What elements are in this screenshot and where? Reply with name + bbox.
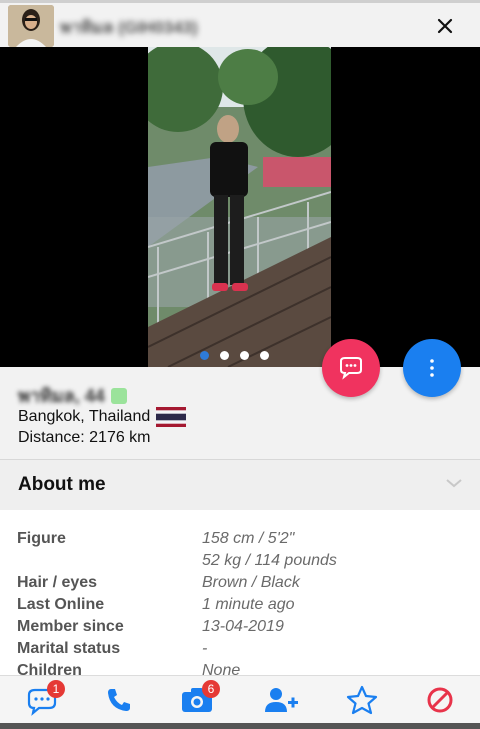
detail-key: Marital status	[17, 640, 121, 657]
more-options-button[interactable]	[403, 339, 461, 397]
close-button[interactable]	[430, 11, 460, 41]
page-title: พาทิมล (GIH0343)	[60, 18, 198, 37]
photo-gallery[interactable]	[0, 47, 480, 367]
detail-value: 52 kg / 114 pounds	[202, 552, 337, 569]
detail-key: Last Online	[17, 596, 105, 613]
detail-value: 1 minute ago	[202, 596, 295, 613]
chat-bubble-icon	[340, 357, 362, 380]
bottom-edge	[0, 723, 480, 729]
detail-value: Brown / Black	[202, 574, 300, 591]
about-me-section-header[interactable]: About me	[0, 460, 480, 510]
carousel-dots[interactable]	[200, 351, 269, 360]
online-status-icon	[110, 387, 127, 404]
detail-key: Member since	[17, 618, 124, 635]
photos-button[interactable]: 6	[180, 680, 220, 716]
carousel-dot[interactable]	[220, 351, 229, 360]
location: Bangkok, Thailand	[18, 407, 187, 427]
header-bar: พาทิมล (GIH0343)	[0, 0, 480, 47]
distance: Distance: 2176 km	[18, 429, 151, 446]
phone-icon	[108, 689, 130, 711]
name-age-text: พาทิมล, 44	[18, 386, 105, 406]
favorite-button[interactable]	[345, 684, 379, 716]
detail-value: 13-04-2019	[202, 618, 284, 635]
add-user-icon	[265, 688, 298, 712]
detail-value: -	[202, 640, 208, 657]
close-icon	[437, 18, 453, 34]
profile-page: พาทิมล (GIH0343) พาทิมล, 44 Bangkok, Tha…	[0, 0, 480, 729]
detail-key: Children	[17, 662, 82, 675]
location-text: Bangkok, Thailand	[18, 408, 151, 425]
block-button[interactable]	[423, 684, 457, 716]
detail-value: 158 cm / 5'2"	[202, 530, 295, 547]
detail-value: None	[202, 662, 241, 675]
chevron-down-icon	[446, 479, 462, 488]
profile-photo[interactable]	[148, 47, 331, 367]
block-icon	[427, 687, 453, 713]
messages-count-badge: 1	[47, 680, 65, 698]
messages-button[interactable]: 1	[25, 680, 65, 716]
more-vertical-icon	[430, 359, 434, 377]
about-me-title: About me	[18, 474, 106, 495]
detail-key: Figure	[17, 530, 66, 547]
add-friend-button[interactable]	[263, 684, 298, 716]
chat-button[interactable]	[322, 339, 380, 397]
carousel-dot[interactable]	[200, 351, 209, 360]
thailand-flag-icon	[156, 407, 187, 427]
bottom-action-bar: 1 6	[0, 675, 480, 723]
carousel-dot[interactable]	[260, 351, 269, 360]
star-icon	[346, 685, 378, 715]
name-age: พาทิมล, 44	[18, 381, 127, 410]
detail-key: Hair / eyes	[17, 574, 98, 591]
call-button[interactable]	[102, 684, 136, 716]
carousel-dot[interactable]	[240, 351, 249, 360]
profile-details: Figure 158 cm / 5'2" 52 kg / 114 pounds …	[0, 510, 480, 675]
avatar[interactable]	[8, 5, 54, 47]
photos-count-badge: 6	[202, 680, 220, 698]
